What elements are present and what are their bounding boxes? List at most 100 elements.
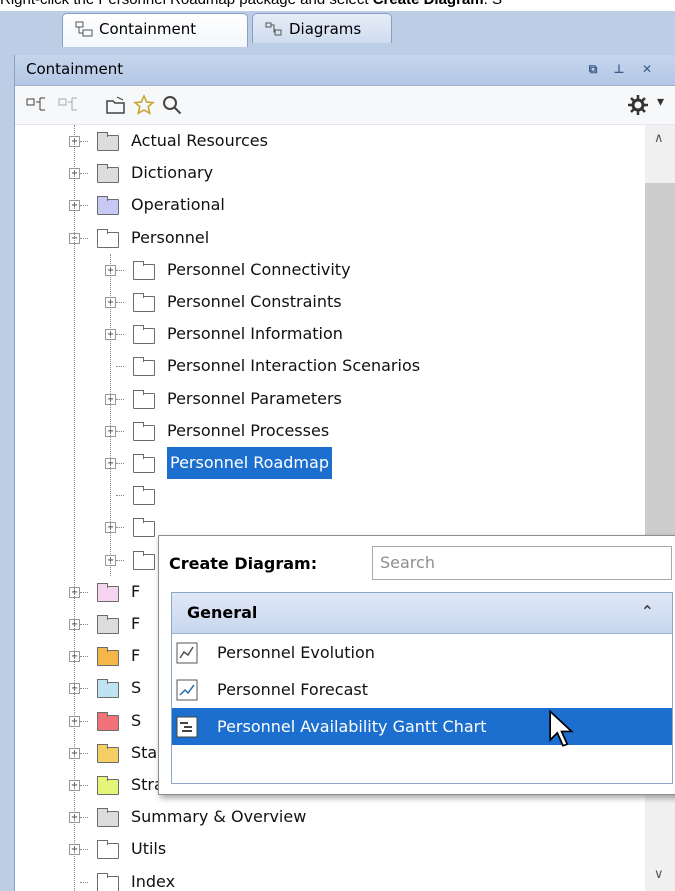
diagrams-icon [265, 22, 282, 36]
panel-titlebar: Containment ⧉ ⊥ ✕ [15, 55, 675, 86]
tab-containment-label: Containment [99, 20, 197, 38]
group-header[interactable]: General ⌃ [172, 593, 672, 634]
panel-toolbar: ▾ [15, 86, 675, 125]
tree-connector [80, 817, 88, 819]
tree-item-label: Personnel Interaction Scenarios [167, 356, 421, 376]
tree-connector [116, 463, 124, 465]
star-icon[interactable] [133, 94, 155, 116]
package-folder-icon [97, 615, 119, 634]
create-diagram-label: Create Diagram: [169, 554, 318, 573]
tab-strip: Containment Diagrams [0, 11, 675, 55]
tree-item-label: Utils [131, 839, 167, 859]
tree-connector [116, 366, 124, 368]
dropdown-arrow-icon[interactable]: ▾ [657, 94, 664, 110]
tree-row[interactable]: + Utils [15, 833, 645, 865]
tree-item-label: F [131, 581, 141, 601]
package-folder-icon [97, 872, 119, 891]
utils-package-icon [97, 840, 119, 860]
package-folder-icon [133, 389, 155, 409]
tree-row[interactable]: − Personnel [15, 222, 645, 254]
tree-connector [116, 334, 124, 336]
tree-item-label: Summary & Overview [131, 807, 307, 827]
tree-connector [116, 302, 124, 304]
tree-guide-line [74, 125, 76, 891]
tree-connector [80, 173, 88, 175]
tree-item-label: F [131, 614, 141, 633]
tree-connector [80, 591, 88, 594]
package-folder-icon [133, 486, 155, 506]
package-folder-icon [133, 454, 155, 473]
caption-text-post: . S [484, 0, 502, 8]
tree-row[interactable]: + Dictionary [15, 157, 645, 189]
panel-title: Containment [26, 60, 124, 78]
package-folder-icon [133, 518, 155, 538]
tree-row[interactable]: + Summary & Overview [15, 801, 645, 833]
tree-row[interactable]: + Actual Resources [15, 125, 645, 157]
tree-connector [80, 688, 88, 690]
tree-item-label: F [131, 646, 141, 666]
tree-item-label: S [131, 678, 142, 698]
scroll-up-icon[interactable]: ∧ [654, 131, 664, 146]
collapse-icon[interactable] [25, 94, 47, 116]
tree-connector [116, 559, 124, 562]
package-folder-icon [97, 808, 119, 828]
tree-connector [80, 752, 88, 755]
scroll-down-icon[interactable]: ∨ [654, 867, 664, 882]
menu-item-label: Personnel Forecast [217, 680, 368, 699]
menu-item-personnel-availability-gantt-chart[interactable]: Personnel Availability Gantt Chart [172, 708, 672, 745]
search-input[interactable]: Search [372, 546, 672, 580]
package-folder-icon [97, 228, 119, 248]
package-folder-icon [97, 743, 119, 763]
float-icon[interactable]: ⧉ [585, 61, 601, 77]
tree-item-label: Personnel [131, 227, 210, 247]
package-folder-icon [97, 711, 119, 731]
group-title: General [187, 603, 258, 622]
tree-connector [116, 398, 124, 401]
menu-item-personnel-forecast[interactable]: Personnel Forecast [172, 671, 672, 708]
tree-item-label: Index [131, 871, 176, 891]
caption-text-bold: Create Diagram [373, 0, 484, 8]
package-folder-icon [97, 132, 119, 151]
tree-connector [116, 527, 124, 529]
tree-connector [80, 141, 88, 143]
gantt-chart-icon [176, 716, 198, 738]
package-folder-icon [133, 550, 155, 570]
containment-icon [75, 21, 93, 37]
tree-item-label: Dictionary [131, 163, 214, 183]
tree-item-label: Personnel Connectivity [167, 259, 351, 279]
tree-connector [80, 656, 88, 658]
create-diagram-popup: Create Diagram: Search General ⌃ Personn… [158, 535, 675, 795]
package-folder-icon [133, 357, 155, 377]
package-folder-icon [97, 679, 119, 699]
open-folder-icon[interactable] [105, 94, 127, 116]
tree-row[interactable]: Index [15, 866, 645, 891]
gear-icon[interactable] [627, 94, 649, 116]
tree-item-label: Personnel Roadmap [167, 447, 332, 479]
expand-icon[interactable] [57, 94, 79, 116]
package-folder-icon [97, 196, 119, 216]
package-folder-icon [97, 647, 119, 667]
package-folder-icon [133, 260, 155, 280]
mouse-cursor-icon [549, 710, 574, 747]
tree-item-label: Personnel Parameters [167, 388, 342, 408]
package-folder-icon [133, 421, 155, 441]
tree-item-label: S [131, 710, 142, 730]
tree-row[interactable]: + Operational [15, 189, 645, 221]
tree-connector [80, 720, 88, 723]
tab-containment[interactable]: Containment [62, 13, 248, 47]
tree-connector [116, 430, 124, 433]
menu-item-personnel-evolution[interactable]: Personnel Evolution [172, 634, 672, 671]
caption-text-pre: Right-click the Personnel Roadmap packag… [0, 0, 373, 8]
tree-item-label: Actual Resources [131, 131, 268, 150]
collapse-chevron-icon[interactable]: ⌃ [641, 602, 654, 621]
search-icon[interactable] [161, 94, 183, 116]
close-icon[interactable]: ✕ [639, 61, 655, 77]
tab-diagrams[interactable]: Diagrams [252, 13, 392, 43]
instruction-caption: Right-click the Personnel Roadmap packag… [0, 0, 675, 11]
tree-connector [116, 269, 124, 272]
pin-icon[interactable]: ⊥ [611, 61, 627, 77]
tree-item-label: Personnel Processes [167, 420, 330, 440]
tree-item-label: Personnel Information [167, 324, 343, 344]
tree-item-label: Operational [131, 195, 225, 215]
containment-panel: Containment ⧉ ⊥ ✕ ▾ + Actual Resources + Di… [14, 55, 675, 891]
